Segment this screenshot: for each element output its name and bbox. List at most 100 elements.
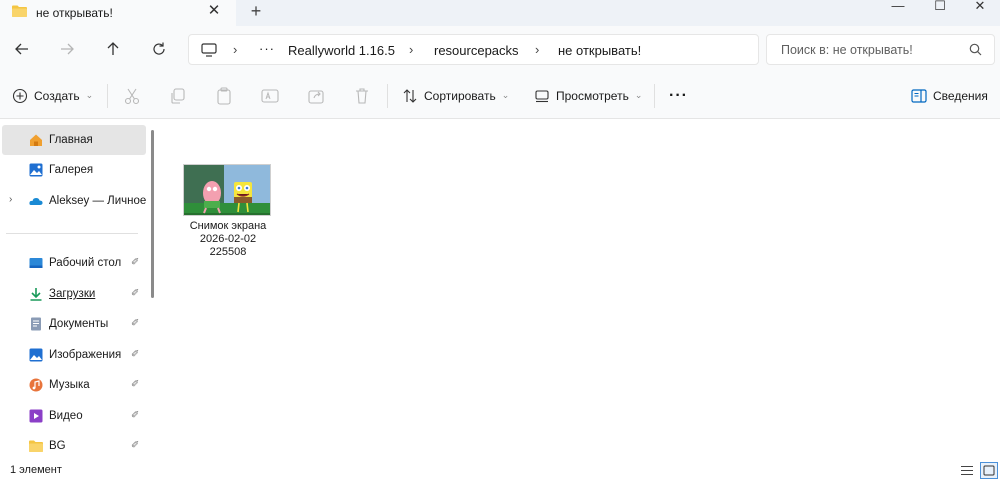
close-window-button[interactable]: ✕ <box>960 0 1000 14</box>
tab-active[interactable]: не открывать! ✕ <box>0 0 236 26</box>
sidebar-item-label: Видео <box>49 410 83 422</box>
arrow-left-icon <box>15 43 28 55</box>
chevron-right-icon[interactable]: › <box>9 194 12 205</box>
file-name-line: 2026-02-02 <box>199 233 257 245</box>
sidebar-item-label: Галерея <box>49 164 94 176</box>
tab-close-button[interactable]: ✕ <box>206 2 222 20</box>
breadcrumb-item[interactable]: Reallyworld 1.16.5 <box>288 43 395 58</box>
details-pane-button[interactable]: Сведения <box>911 72 988 119</box>
pin-icon: ✐ <box>131 318 140 329</box>
pin-icon: ✐ <box>131 440 140 451</box>
sidebar-item-desktop[interactable]: Рабочий стол ✐ <box>0 248 148 278</box>
file-name-line: 225508 <box>209 246 247 258</box>
tiles-view-button[interactable] <box>980 462 998 479</box>
sidebar-item-pictures[interactable]: Изображения ✐ <box>0 340 148 370</box>
divider <box>107 84 108 108</box>
pin-icon: ✐ <box>131 257 140 268</box>
chevron-right-icon: › <box>233 42 238 57</box>
breadcrumb-item[interactable]: resourcepacks <box>434 43 519 58</box>
file-name: Снимок экрана 2026-02-02 225508 <box>178 220 278 259</box>
sidebar-item-label: Aleksey — Личное <box>49 195 147 207</box>
sort-label: Сортировать <box>424 88 496 103</box>
rename-icon[interactable] <box>259 85 281 107</box>
chevron-down-icon: ⌄ <box>85 90 94 100</box>
sidebar-item-label: Музыка <box>49 379 90 391</box>
back-button[interactable] <box>10 37 34 61</box>
details-label: Сведения <box>933 88 988 103</box>
sidebar-item-home[interactable]: Главная <box>2 125 146 155</box>
downloads-icon <box>30 288 42 301</box>
sort-button[interactable]: Сортировать ⌄ <box>402 72 509 119</box>
refresh-icon <box>153 42 165 55</box>
address-row: › ··· Reallyworld 1.16.5 › resourcepacks… <box>0 26 1000 72</box>
delete-icon[interactable] <box>351 85 373 107</box>
folder-icon <box>29 440 43 452</box>
search-placeholder: Поиск в: не открывать! <box>781 43 913 57</box>
create-button[interactable]: Создать ⌄ <box>12 72 93 119</box>
sidebar-item-label: Рабочий стол <box>49 257 122 269</box>
search-input[interactable]: Поиск в: не открывать! <box>766 34 995 65</box>
music-icon <box>29 378 43 392</box>
pin-icon: ✐ <box>131 349 140 360</box>
new-tab-button[interactable]: + <box>247 1 265 21</box>
cut-icon[interactable] <box>121 85 143 107</box>
status-bar: 1 элемент <box>0 462 1000 479</box>
minimize-button[interactable]: — <box>878 0 918 14</box>
pin-icon: ✐ <box>131 379 140 390</box>
copy-icon[interactable] <box>167 85 189 107</box>
arrow-right-icon <box>61 43 74 55</box>
computer-icon <box>201 43 217 57</box>
tab-title: не открывать! <box>36 6 113 20</box>
sidebar-item-gallery[interactable]: Галерея <box>0 155 148 185</box>
sidebar-item-label: BG <box>49 440 66 452</box>
forward-button[interactable] <box>55 37 79 61</box>
breadcrumb-item[interactable]: не открывать! <box>558 43 641 58</box>
sidebar-scrollbar[interactable] <box>151 130 154 298</box>
breadcrumb-overflow[interactable]: ··· <box>259 41 275 56</box>
create-label: Создать <box>34 88 80 103</box>
view-button[interactable]: Просмотреть ⌄ <box>534 72 642 119</box>
view-label: Просмотреть <box>556 88 629 103</box>
sidebar-item-label: Документы <box>49 318 109 330</box>
sidebar-item-downloads[interactable]: Загрузки ✐ <box>0 279 148 309</box>
sidebar-item-bg[interactable]: BG ✐ <box>0 431 148 461</box>
tiles-view-icon <box>983 465 995 476</box>
plus-circle-icon <box>12 88 28 103</box>
details-pane-icon <box>911 88 927 103</box>
tab-strip: не открывать! ✕ + — ☐ ✕ <box>0 0 1000 26</box>
maximize-button[interactable]: ☐ <box>920 0 960 14</box>
pin-icon: ✐ <box>131 410 140 421</box>
gallery-icon <box>29 163 43 177</box>
thumbnail-image <box>184 165 270 215</box>
sidebar-item-label: Главная <box>49 134 93 146</box>
divider <box>387 84 388 108</box>
chevron-down-icon: ⌄ <box>634 90 643 100</box>
home-icon <box>30 134 42 146</box>
sidebar-item-label: Изображения <box>49 349 122 361</box>
chevron-right-icon: › <box>409 42 414 57</box>
search-icon <box>969 43 982 56</box>
file-item[interactable]: Снимок экрана 2026-02-02 225508 <box>178 162 282 272</box>
folder-icon <box>12 5 27 17</box>
paste-icon[interactable] <box>213 85 235 107</box>
sort-icon <box>403 88 417 103</box>
video-icon <box>29 409 43 423</box>
more-options-button[interactable]: ··· <box>669 72 688 119</box>
navigation-pane: Главная Галерея › Aleksey — Личное Рабоч… <box>0 120 160 462</box>
sidebar-divider <box>6 233 138 234</box>
sidebar-item-video[interactable]: Видео ✐ <box>0 401 148 431</box>
sidebar-item-onedrive[interactable]: › Aleksey — Личное <box>0 186 148 216</box>
details-view-icon[interactable] <box>960 464 974 477</box>
up-button[interactable] <box>101 37 125 61</box>
refresh-button[interactable] <box>147 37 171 61</box>
address-bar[interactable]: › ··· Reallyworld 1.16.5 › resourcepacks… <box>188 34 759 65</box>
sidebar-item-documents[interactable]: Документы ✐ <box>0 309 148 339</box>
chevron-down-icon: ⌄ <box>501 90 510 100</box>
arrow-up-icon <box>107 42 119 55</box>
share-icon[interactable] <box>305 85 327 107</box>
documents-icon <box>31 317 41 331</box>
onedrive-icon <box>29 198 43 205</box>
command-bar: Создать ⌄ Сортировать ⌄ Просмотреть ⌄ ··… <box>0 72 1000 119</box>
sidebar-item-music[interactable]: Музыка ✐ <box>0 370 148 400</box>
item-count: 1 элемент <box>10 464 62 476</box>
